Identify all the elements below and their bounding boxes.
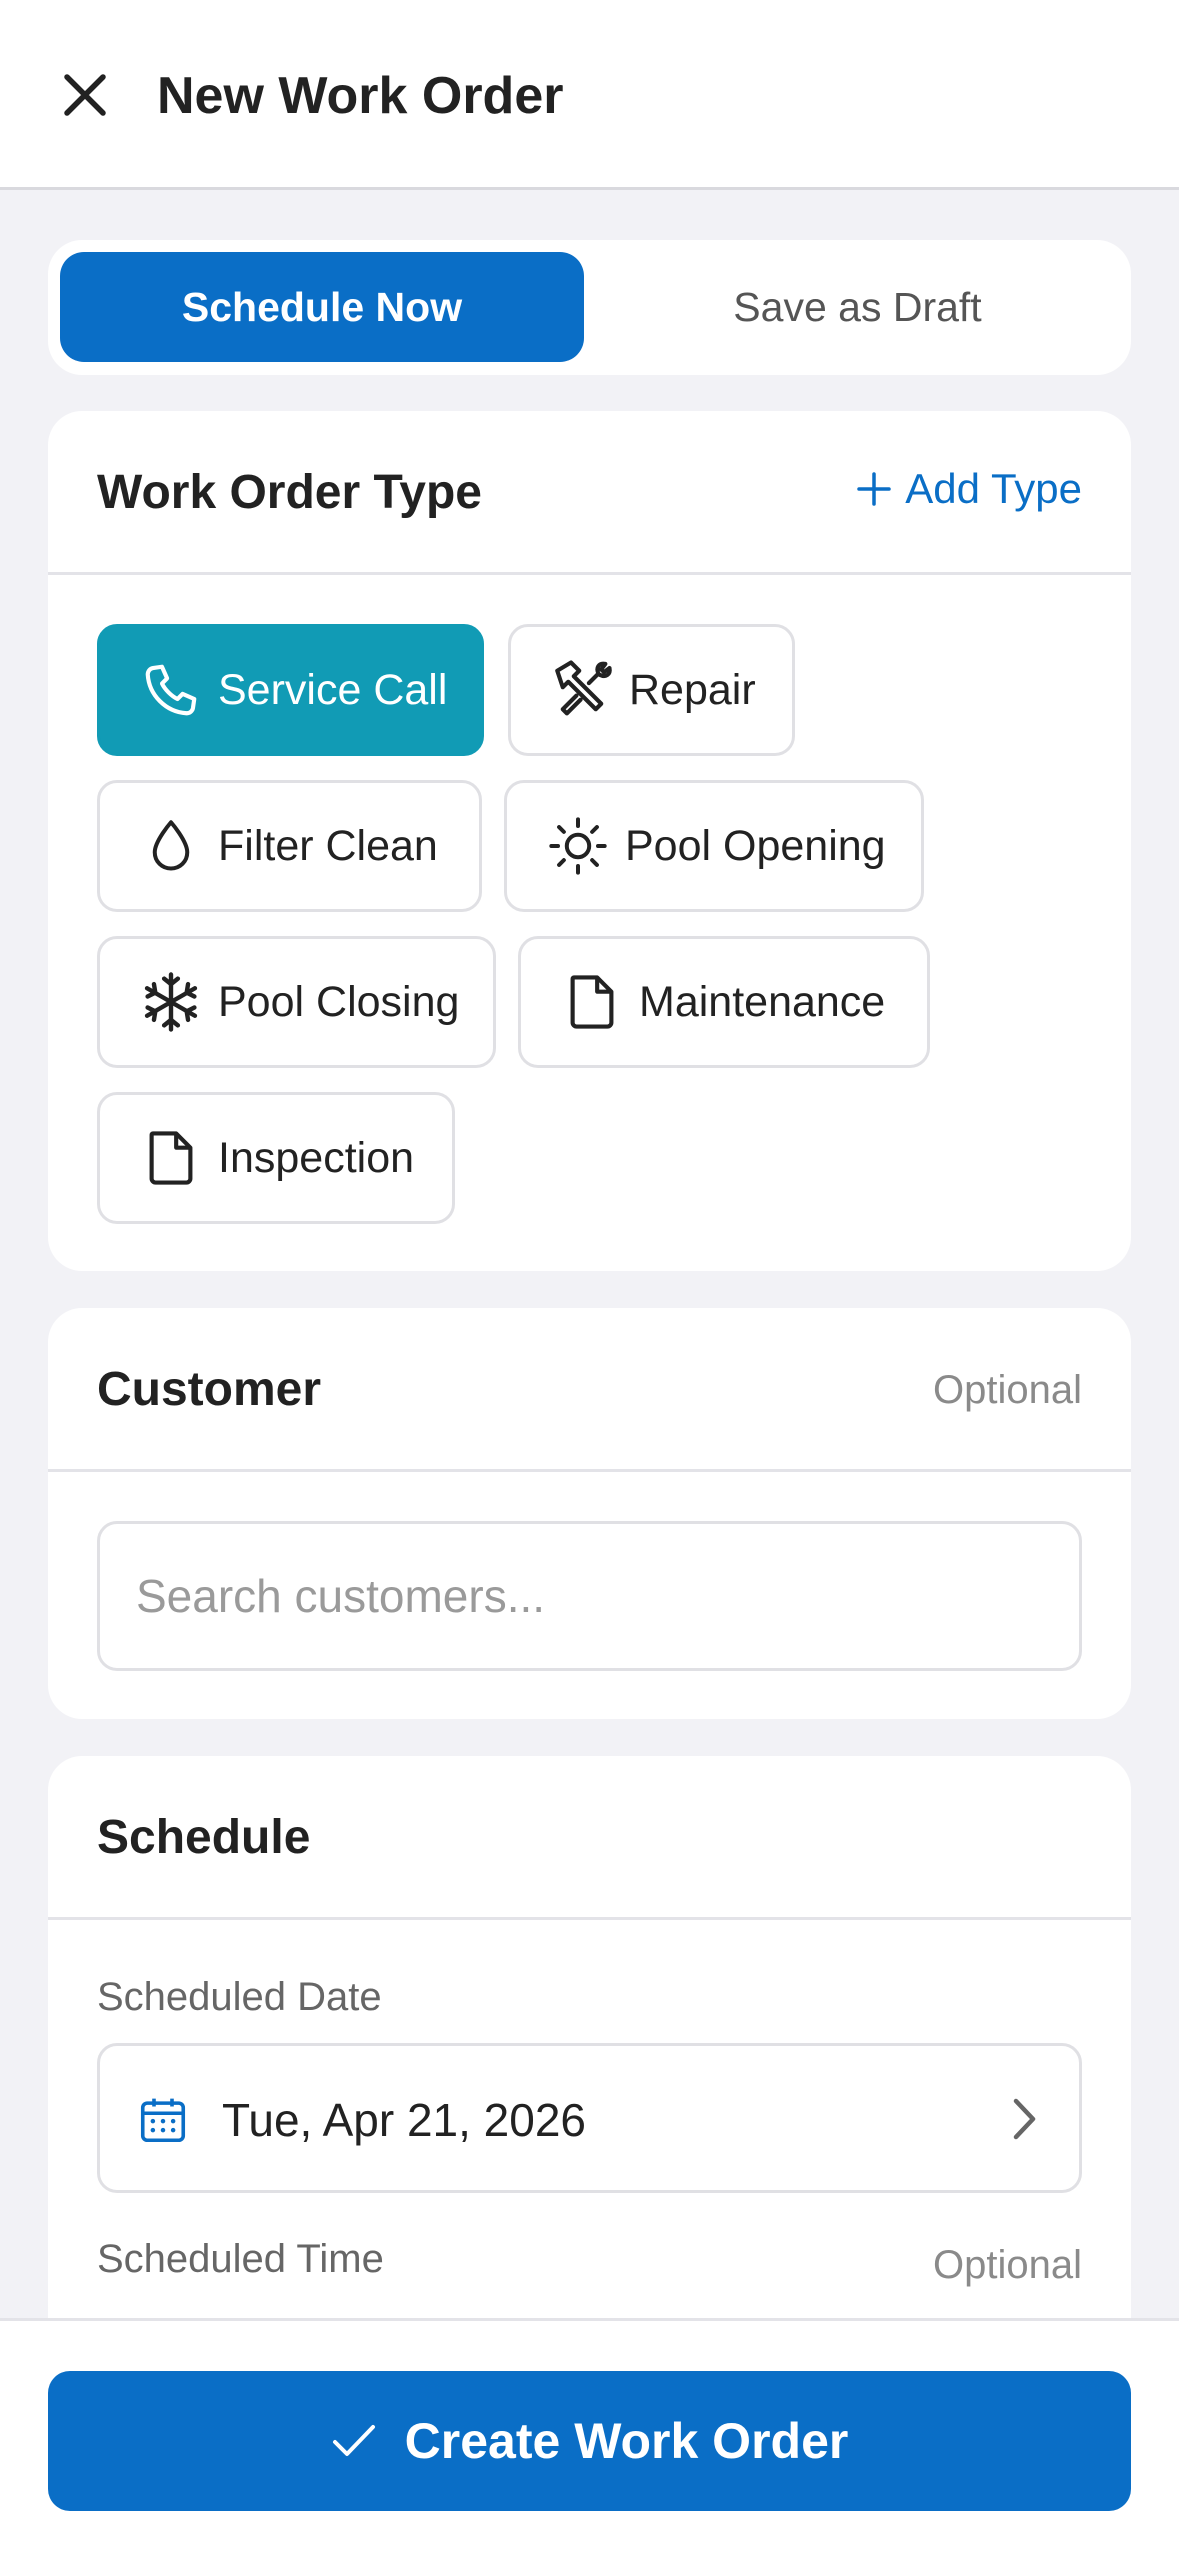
chip-label: Service Call bbox=[218, 665, 448, 714]
chevron-right-icon bbox=[1009, 2096, 1039, 2147]
scheduled-date-picker[interactable]: Tue, Apr 21, 2026 bbox=[97, 2043, 1082, 2193]
footer-bar: Create Work Order bbox=[0, 2318, 1179, 2556]
type-chip-maintenance[interactable]: Maintenance bbox=[518, 936, 930, 1068]
type-chip-inspection[interactable]: Inspection bbox=[97, 1092, 455, 1224]
create-work-order-button[interactable]: Create Work Order bbox=[48, 2371, 1131, 2511]
create-work-order-label: Create Work Order bbox=[404, 2413, 849, 2469]
customer-header: Customer Optional bbox=[48, 1308, 1131, 1472]
scheduled-time-optional-label: Optional bbox=[933, 2243, 1082, 2287]
phone-icon bbox=[138, 657, 204, 723]
add-type-label: Add Type bbox=[905, 465, 1082, 512]
type-chip-pool-closing[interactable]: Pool Closing bbox=[97, 936, 496, 1068]
scheduled-date-label: Scheduled Date bbox=[97, 1975, 382, 2019]
scheduled-time-label: Scheduled Time bbox=[97, 2237, 384, 2281]
sun-icon bbox=[545, 813, 611, 879]
customer-search-field[interactable] bbox=[97, 1521, 1082, 1671]
schedule-title: Schedule bbox=[97, 1811, 311, 1864]
app-header: New Work Order bbox=[0, 0, 1179, 190]
type-chip-filter-clean[interactable]: Filter Clean bbox=[97, 780, 482, 912]
close-button[interactable] bbox=[50, 60, 120, 130]
droplet-icon bbox=[138, 813, 204, 879]
page-title: New Work Order bbox=[157, 67, 564, 125]
chip-label: Repair bbox=[629, 665, 756, 714]
type-chip-pool-opening[interactable]: Pool Opening bbox=[504, 780, 924, 912]
chip-label: Filter Clean bbox=[218, 821, 438, 870]
add-type-button[interactable]: Add Type bbox=[857, 465, 1082, 513]
customer-search-input[interactable] bbox=[136, 1524, 1036, 1668]
tools-icon bbox=[549, 657, 615, 723]
chip-label: Pool Closing bbox=[218, 977, 460, 1026]
close-icon bbox=[64, 74, 106, 116]
calendar-icon bbox=[136, 2093, 190, 2152]
document-icon bbox=[138, 1125, 204, 1191]
schedule-header: Schedule bbox=[48, 1756, 1131, 1920]
customer-optional-label: Optional bbox=[933, 1368, 1082, 1412]
snowflake-icon bbox=[138, 969, 204, 1035]
work-order-type-header: Work Order Type Add Type bbox=[48, 411, 1131, 575]
work-order-type-title: Work Order Type bbox=[97, 466, 482, 519]
customer-title: Customer bbox=[97, 1363, 322, 1416]
type-chip-repair[interactable]: Repair bbox=[508, 624, 795, 756]
chip-label: Pool Opening bbox=[625, 821, 886, 870]
checkmark-icon bbox=[332, 2425, 375, 2456]
document-icon bbox=[559, 969, 625, 1035]
plus-icon bbox=[857, 472, 892, 506]
work-order-type-card: Work Order Type Add Type Service Call Re… bbox=[48, 411, 1131, 1271]
save-as-draft-tab[interactable]: Save as Draft bbox=[596, 252, 1119, 362]
chip-label: Maintenance bbox=[639, 977, 886, 1026]
chip-label: Inspection bbox=[218, 1133, 415, 1182]
schedule-now-tab[interactable]: Schedule Now bbox=[60, 252, 584, 362]
customer-card: Customer Optional bbox=[48, 1308, 1131, 1719]
type-chip-service-call[interactable]: Service Call bbox=[97, 624, 484, 756]
mode-segmented-control: Schedule Now Save as Draft bbox=[48, 240, 1131, 375]
scheduled-date-value: Tue, Apr 21, 2026 bbox=[222, 2094, 587, 2146]
